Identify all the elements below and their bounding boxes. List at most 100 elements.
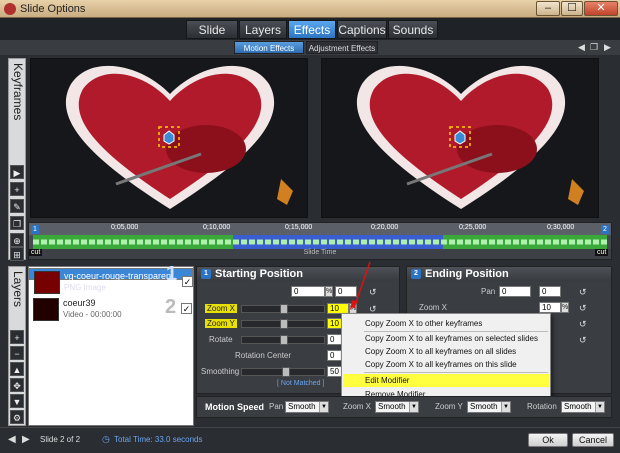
ok-button[interactable]: Ok bbox=[528, 433, 568, 447]
reset-icon[interactable]: ↺ bbox=[579, 287, 589, 297]
app-icon bbox=[4, 3, 16, 15]
tab-adjustment-effects[interactable]: Adjustment Effects bbox=[306, 41, 378, 54]
rotate-slider[interactable] bbox=[241, 335, 325, 345]
cancel-button[interactable]: Cancel bbox=[572, 433, 614, 447]
not-matched-link[interactable]: [ Not Matched ] bbox=[277, 380, 324, 387]
maximize-button[interactable]: ☐ bbox=[561, 1, 583, 16]
pan-x-field[interactable]: 0 bbox=[291, 286, 325, 297]
add-layer-icon[interactable]: + bbox=[10, 330, 24, 344]
tab-sounds[interactable]: Sounds bbox=[388, 20, 438, 39]
end-preview-image bbox=[322, 59, 598, 217]
tick-label: 0;10,000 bbox=[203, 224, 231, 231]
timeline-track[interactable] bbox=[33, 235, 607, 249]
pan-speed-value: Smooth bbox=[288, 402, 316, 411]
menu-item-copy-this-slide[interactable]: Copy Zoom X to all keyframes on this sli… bbox=[343, 358, 549, 371]
tab-captions[interactable]: Captions bbox=[337, 20, 387, 39]
tick-label: 0;30,000 bbox=[547, 224, 575, 231]
slider-knob[interactable] bbox=[280, 319, 288, 329]
rotation-speed-select[interactable]: Smooth ▼ bbox=[561, 401, 605, 413]
menu-item-copy-all-slides[interactable]: Copy Zoom X to all keyframes on all slid… bbox=[343, 345, 549, 358]
tick-label: 0;05,000 bbox=[111, 224, 139, 231]
menu-separator bbox=[364, 372, 548, 373]
zoom-x-speed-label: Zoom X bbox=[343, 402, 372, 411]
end-number-badge: 2 bbox=[411, 269, 421, 279]
cut-left-label: cut bbox=[29, 249, 43, 256]
arrow-right-icon[interactable]: ▶ bbox=[604, 42, 611, 53]
end-keyframe-marker[interactable]: 2 bbox=[601, 225, 609, 234]
layer-name: vg-coeur-rouge-transparent bbox=[64, 271, 174, 281]
start-keyframe-marker[interactable]: 1 bbox=[31, 225, 39, 234]
zoom-y-speed-label: Zoom Y bbox=[435, 402, 463, 411]
pct-unit: % bbox=[325, 286, 333, 297]
minimize-button[interactable]: ‒ bbox=[536, 1, 560, 16]
zoom-y-label: Zoom Y bbox=[205, 319, 237, 328]
pan-speed-select[interactable]: Smooth ▼ bbox=[285, 401, 329, 413]
menu-item-copy-other-keyframes[interactable]: Copy Zoom X to other keyframes bbox=[343, 317, 549, 330]
prev-slide-icon[interactable]: ◀ bbox=[8, 434, 16, 445]
tab-slide[interactable]: Slide bbox=[186, 20, 238, 39]
move-layer-up-icon[interactable]: ▲ bbox=[10, 362, 24, 376]
timeline[interactable]: 0;05,000 0;10,000 0;15,000 0;20,000 0;25… bbox=[28, 222, 612, 260]
zoom-in-icon[interactable]: ⊕ bbox=[10, 233, 24, 247]
smoothing-slider[interactable] bbox=[241, 367, 325, 377]
arrow-left-icon[interactable]: ◀ bbox=[578, 42, 585, 53]
layer-visible-checkbox[interactable]: ✓ bbox=[181, 303, 192, 314]
close-button[interactable]: ✕ bbox=[584, 1, 618, 16]
copy-icon[interactable]: ❐ bbox=[590, 42, 598, 53]
pct-unit: % bbox=[561, 302, 569, 313]
layer-type: Video - 00:00:00 bbox=[63, 310, 122, 319]
tick-label: 0;25,000 bbox=[459, 224, 487, 231]
move-layer-icon[interactable]: ✥ bbox=[10, 378, 24, 392]
slider-knob[interactable] bbox=[280, 335, 288, 345]
reset-icon[interactable]: ↺ bbox=[579, 335, 589, 345]
layer-row[interactable]: vg-coeur-rouge-transparent PNG Image 1 ✓ bbox=[29, 263, 193, 294]
tab-layers[interactable]: Layers bbox=[239, 20, 287, 39]
zoom-y-speed-select[interactable]: Smooth ▼ bbox=[467, 401, 511, 413]
motion-speed-bar: Motion Speed Pan Smooth ▼ Zoom X Smooth ▼ … bbox=[196, 396, 612, 418]
layer-row[interactable]: coeur39 Video - 00:00:00 2 ✓ bbox=[29, 296, 193, 323]
keyframe-edit-icon[interactable]: ✎ bbox=[10, 199, 24, 213]
add-keyframe-icon[interactable]: + bbox=[10, 182, 24, 196]
keyframe-copy-icon[interactable]: ❐ bbox=[10, 216, 24, 230]
pan-y-field[interactable]: 0 bbox=[539, 286, 561, 297]
motion-speed-label: Motion Speed bbox=[205, 402, 264, 412]
zoom-x-speed-select[interactable]: Smooth ▼ bbox=[375, 401, 419, 413]
layer-name: coeur39 bbox=[63, 298, 96, 308]
remove-layer-icon[interactable]: − bbox=[10, 346, 24, 360]
layer-number: 2 bbox=[165, 296, 177, 318]
timeline-waveform bbox=[33, 235, 607, 249]
slider-knob[interactable] bbox=[282, 367, 290, 377]
start-preview[interactable] bbox=[30, 58, 308, 218]
next-slide-icon[interactable]: ▶ bbox=[22, 434, 30, 445]
start-number-badge: 1 bbox=[201, 269, 211, 279]
rotation-speed-label: Rotation bbox=[527, 402, 557, 411]
starting-position-title: Starting Position bbox=[215, 268, 303, 280]
keyframes-label: Keyframes bbox=[11, 63, 25, 121]
reset-icon[interactable]: ↺ bbox=[579, 303, 589, 313]
slider-knob[interactable] bbox=[280, 304, 288, 314]
end-preview[interactable] bbox=[321, 58, 599, 218]
layer-settings-icon[interactable]: ⚙ bbox=[10, 410, 24, 424]
zoom-x-slider[interactable] bbox=[241, 304, 325, 314]
layer-number: 1 bbox=[166, 263, 178, 285]
zoom-x-field[interactable]: 10 bbox=[539, 302, 561, 313]
menu-item-copy-selected-slides[interactable]: Copy Zoom X to all keyframes on selected… bbox=[343, 332, 549, 345]
video-thumbnail bbox=[33, 298, 59, 321]
play-icon[interactable]: ▶ bbox=[10, 165, 24, 179]
zoom-fit-icon[interactable]: ⊞ bbox=[10, 247, 24, 261]
move-layer-down-icon[interactable]: ▼ bbox=[10, 394, 24, 408]
layer-visible-checkbox[interactable]: ✓ bbox=[182, 276, 193, 287]
tab-effects[interactable]: Effects bbox=[288, 20, 336, 39]
zoom-y-slider[interactable] bbox=[241, 319, 325, 329]
menu-item-edit-modifier[interactable]: Edit Modifier bbox=[343, 374, 549, 387]
total-time: Total Time: 33.0 seconds bbox=[114, 435, 203, 444]
title-bar: Slide Options ‒ ☐ ✕ bbox=[0, 0, 620, 18]
reset-icon[interactable]: ↺ bbox=[579, 319, 589, 329]
slide-counter: Slide 2 of 2 bbox=[40, 435, 81, 444]
layer-type: PNG Image bbox=[64, 283, 106, 292]
zoom-x-label: Zoom X bbox=[419, 303, 448, 312]
status-bar: ◀ ▶ Slide 2 of 2 ◷ Total Time: 33.0 seco… bbox=[0, 427, 620, 453]
tab-motion-effects[interactable]: Motion Effects bbox=[234, 41, 304, 54]
clock-icon: ◷ bbox=[102, 434, 110, 444]
pan-x-field[interactable]: 0 bbox=[499, 286, 531, 297]
